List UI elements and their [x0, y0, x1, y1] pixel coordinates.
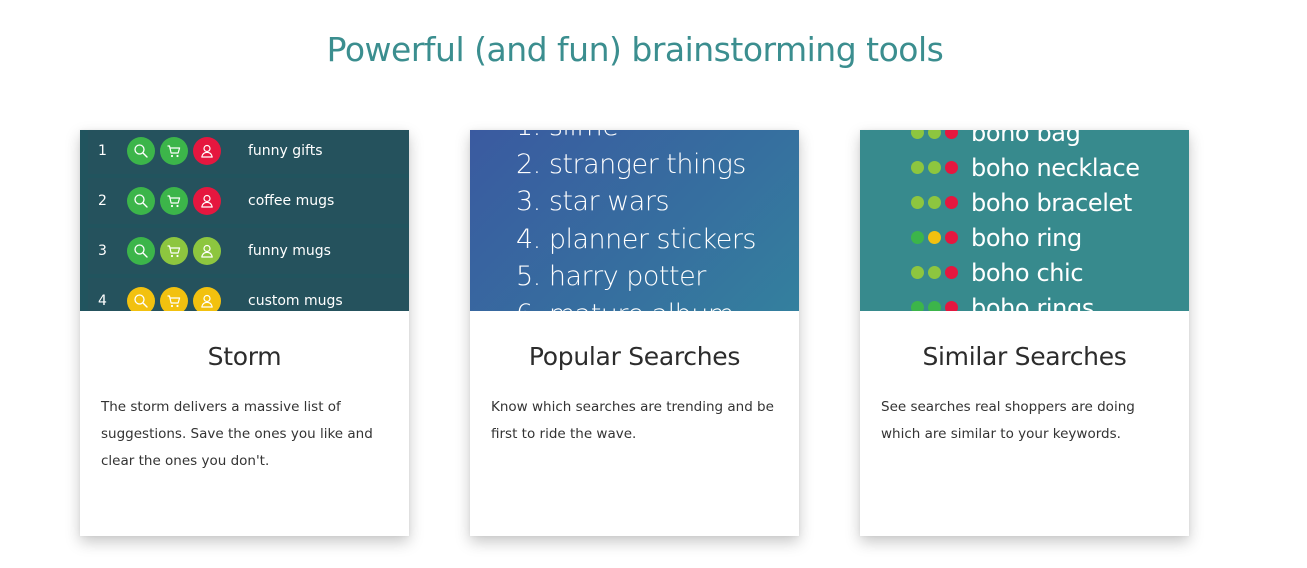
similar-keyword: boho rings [971, 294, 1094, 311]
row-keyword: funny mugs [248, 243, 331, 259]
list-item: 4. planner stickers [516, 223, 757, 255]
user-icon[interactable] [193, 287, 221, 311]
storm-row[interactable]: 1 funny gifts [88, 130, 409, 174]
list-item: 3. star wars [516, 186, 670, 217]
list-item: 1. slime [516, 130, 756, 146]
page-title: Powerful (and fun) brainstorming tools [326, 30, 944, 69]
storm-card-description: The storm delivers a massive list of sug… [101, 399, 373, 469]
cart-icon[interactable] [160, 187, 188, 215]
list-item: boho ring [911, 221, 1140, 256]
list-item: 6. mature album [516, 296, 756, 312]
user-icon[interactable] [193, 187, 221, 215]
list-item: boho bracelet [911, 186, 1140, 221]
row-keyword: funny gifts [248, 143, 323, 159]
score-dot-icon [945, 130, 958, 139]
row-number: 2 [98, 193, 107, 209]
score-dot-icon [911, 230, 924, 244]
score-dot-icon [911, 300, 924, 311]
search-icon[interactable] [127, 187, 155, 215]
cart-icon[interactable] [160, 137, 188, 165]
score-dot-icon [928, 265, 941, 279]
similar-keyword: boho chic [971, 259, 1084, 287]
score-dots [911, 130, 971, 149]
cart-icon[interactable] [160, 287, 188, 311]
list-item: boho chic [911, 256, 1140, 291]
row-number: 3 [98, 243, 107, 259]
list-item: boho necklace [911, 151, 1140, 186]
similar-searches-card-title: Similar Searches [922, 342, 1127, 371]
storm-keyword-list: 1 funny gifts 2 coffee mugs 3 funny mugs 4 cust… [88, 130, 409, 311]
score-dot-icon [945, 160, 958, 174]
list-item: 2. stranger things [516, 148, 746, 180]
score-dot-icon [911, 130, 924, 139]
similar-keyword: boho necklace [971, 154, 1140, 182]
popular-searches-card-title: Popular Searches [528, 342, 741, 371]
list-item: boho rings [911, 291, 1140, 311]
row-actions [127, 187, 226, 215]
similar-keyword: boho bracelet [971, 189, 1132, 217]
score-dot-icon [911, 265, 924, 279]
similar-searches-list: boho bag boho necklace boho bracelet boho r… [911, 130, 1140, 311]
search-icon[interactable] [127, 237, 155, 265]
popular-searches-card-description: Know which searches are trending and be … [491, 399, 774, 442]
score-dot-icon [911, 160, 924, 174]
score-dot-icon [945, 265, 958, 279]
search-icon[interactable] [127, 137, 155, 165]
list-item: 5. harry potter [516, 261, 706, 292]
similar-searches-card-description: See searches real shoppers are doing whi… [881, 399, 1135, 442]
score-dots [911, 289, 971, 311]
row-actions [127, 137, 226, 165]
popular-searches-card: 1. slime 2. stranger things 3. star wars 4.… [470, 130, 799, 536]
score-dots [911, 149, 971, 184]
row-number: 4 [98, 293, 107, 309]
score-dot-icon [928, 300, 941, 311]
storm-row[interactable]: 2 coffee mugs [88, 178, 409, 224]
search-icon[interactable] [127, 287, 155, 311]
cart-icon[interactable] [160, 237, 188, 265]
score-dot-icon [928, 195, 941, 209]
score-dot-icon [928, 230, 941, 244]
similar-searches-card: boho bag boho necklace boho bracelet boho r… [860, 130, 1189, 536]
user-icon[interactable] [193, 237, 221, 265]
score-dot-icon [945, 230, 958, 244]
similar-keyword: boho bag [971, 130, 1081, 147]
score-dot-icon [928, 130, 941, 139]
row-actions [127, 287, 226, 311]
popular-searches-preview: 1. slime 2. stranger things 3. star wars 4.… [470, 130, 799, 311]
score-dots [911, 184, 971, 219]
row-actions [127, 237, 226, 265]
similar-keyword: boho ring [971, 224, 1082, 252]
storm-row[interactable]: 3 funny mugs [88, 228, 409, 274]
storm-card: 1 funny gifts 2 coffee mugs 3 funny mugs 4 cust… [80, 130, 409, 536]
score-dot-icon [945, 195, 958, 209]
score-dot-icon [928, 160, 941, 174]
row-keyword: custom mugs [248, 293, 343, 309]
storm-row[interactable]: 4 custom mugs [88, 278, 409, 311]
score-dots [911, 219, 971, 254]
popular-searches-list: 1. slime 2. stranger things 3. star wars 4.… [516, 130, 757, 312]
storm-preview: 1 funny gifts 2 coffee mugs 3 funny mugs 4 cust… [80, 130, 409, 311]
score-dot-icon [911, 195, 924, 209]
similar-searches-preview: boho bag boho necklace boho bracelet boho r… [860, 130, 1189, 311]
row-keyword: coffee mugs [248, 193, 335, 209]
score-dots [911, 254, 971, 289]
user-icon[interactable] [193, 137, 221, 165]
row-number: 1 [98, 143, 107, 159]
storm-card-title: Storm [207, 342, 282, 371]
score-dot-icon [945, 300, 958, 311]
